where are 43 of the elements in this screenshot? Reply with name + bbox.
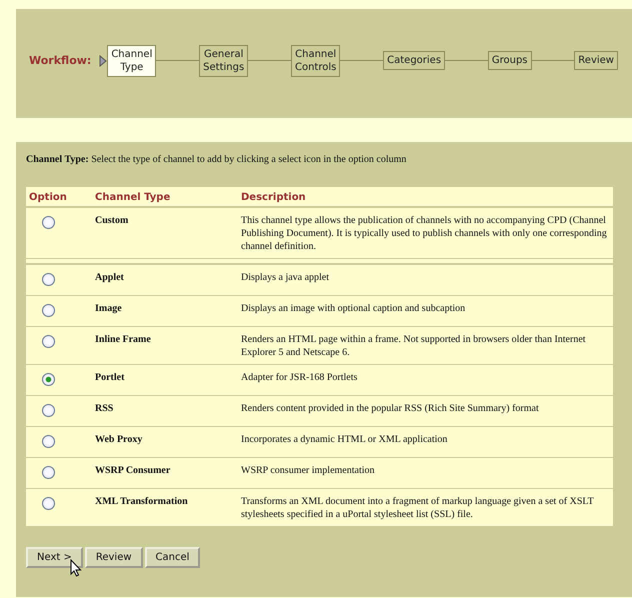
description-text: Adapter for JSR-168 Portlets	[241, 372, 358, 383]
workflow-step[interactable]: Categories	[383, 51, 446, 70]
radio-button[interactable]	[42, 335, 55, 348]
channel-type: Inline Frame	[95, 334, 151, 345]
workflow-label: Workflow:	[29, 54, 92, 67]
form-button[interactable]: Cancel	[144, 547, 200, 568]
triangle-icon	[99, 54, 108, 66]
form-button[interactable]: Review	[84, 547, 143, 568]
radio-button[interactable]	[42, 435, 55, 448]
description-text: Incorporates a dynamic HTML or XML application	[241, 434, 448, 445]
description-text: Renders content provided in the popular RSS (Rich Site Summary) format	[241, 403, 539, 414]
workflow-step[interactable]: Review	[574, 51, 618, 70]
description-text: Displays an image with optional caption and subcaption	[241, 303, 466, 314]
radio-button[interactable]	[42, 404, 55, 417]
column-header: Option	[26, 187, 92, 207]
channel-type: Portlet	[95, 372, 124, 383]
radio-button[interactable]	[42, 304, 55, 317]
description-text: WSRP consumer implementation	[241, 465, 375, 476]
description-text: Displays a java applet	[241, 272, 330, 283]
workflow-step[interactable]: General Settings	[199, 44, 248, 76]
description-text: Transforms an XML document into a fragment of markup language given a set of XSLT stylesheets specified in a uPortal stylesheet list (SSL) file.	[241, 496, 594, 520]
description-text: Renders an HTML page within a frame. Not supported in browsers older than Internet Explorer 5 and Netscape 6.	[241, 334, 586, 358]
channel-type: Web Proxy	[95, 434, 142, 445]
radio-button[interactable]	[42, 497, 55, 510]
workflow-step[interactable]: Channel Type	[107, 44, 156, 76]
form-button[interactable]: Next >	[26, 547, 83, 568]
channel-type: Custom	[95, 215, 128, 226]
channel-type: XML Transformation	[95, 496, 188, 507]
channel-type: WSRP Consumer	[95, 465, 170, 476]
channel-type: Image	[95, 303, 122, 314]
column-header: Description	[238, 187, 613, 207]
channel-type: RSS	[95, 403, 114, 414]
channel-type: Applet	[95, 272, 124, 283]
radio-button[interactable]	[42, 373, 55, 386]
description-text: This channel type allows the publication of channels with no accompanying CPD (Channel Publishing Document). It is typically used to publish channels with only one corresponding channel definition.	[241, 215, 607, 252]
workflow-step[interactable]: Groups	[488, 51, 532, 70]
radio-button[interactable]	[42, 273, 55, 286]
workflow-step[interactable]: Channel Controls	[290, 44, 340, 76]
instruction-text: Channel Type: Select the type of channel to add by clicking a select icon in the option column	[26, 154, 408, 165]
column-header: Channel Type	[92, 187, 238, 207]
radio-button[interactable]	[42, 466, 55, 479]
radio-button[interactable]	[42, 216, 55, 229]
pointer-cursor-icon	[70, 559, 82, 577]
